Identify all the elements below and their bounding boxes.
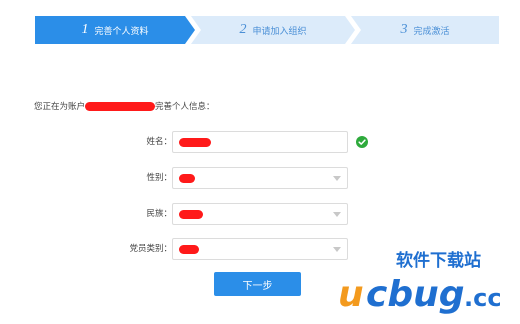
svg-text:软件下载站: 软件下载站 [396, 250, 481, 271]
step-2-join-organization: 2 申请加入组织 [191, 16, 355, 44]
name-input[interactable] [172, 131, 348, 153]
chevron-down-icon [333, 212, 341, 217]
intro-suffix: 完善个人信息： [155, 102, 215, 112]
form-row-gender: 性别： [0, 167, 520, 189]
ucbug-watermark-logo: 软件下载站 u cbug .cc [338, 250, 502, 315]
next-step-button[interactable]: 下一步 [214, 272, 301, 296]
name-label: 姓名： [146, 137, 172, 147]
gender-select[interactable] [172, 167, 348, 189]
redacted-value [179, 138, 211, 147]
gender-label: 性别： [146, 173, 172, 183]
ethnicity-select[interactable] [172, 203, 348, 225]
svg-text:u: u [338, 274, 364, 315]
account-intro-text: 您正在为账户 完善个人信息： [34, 100, 215, 112]
redacted-value [179, 210, 203, 219]
step-number: 3 [400, 22, 408, 37]
party-category-label: 党员类别： [129, 244, 172, 254]
svg-text:cbug: cbug [366, 274, 465, 315]
step-label: 完成激活 [413, 26, 450, 37]
redacted-value [179, 245, 199, 254]
step-label: 完善个人资料 [94, 26, 149, 37]
party-category-select[interactable] [172, 238, 348, 260]
step-1-complete-profile: 1 完善个人资料 [35, 16, 195, 44]
step-label: 申请加入组织 [252, 26, 307, 37]
svg-text:.cc: .cc [464, 284, 502, 312]
check-circle-icon [356, 136, 368, 148]
form-row-name: 姓名： [0, 131, 520, 153]
ethnicity-label: 民族： [146, 209, 172, 219]
redacted-value [179, 174, 195, 183]
form-row-ethnicity: 民族： [0, 203, 520, 225]
step-number: 2 [239, 22, 247, 37]
chevron-down-icon [333, 176, 341, 181]
progress-stepper: 1 完善个人资料 2 申请加入组织 3 完成激活 [35, 16, 499, 44]
redacted-account [85, 102, 156, 111]
step-3-activation: 3 完成激活 [351, 16, 499, 44]
step-number: 1 [81, 22, 89, 37]
intro-prefix: 您正在为账户 [34, 102, 86, 112]
